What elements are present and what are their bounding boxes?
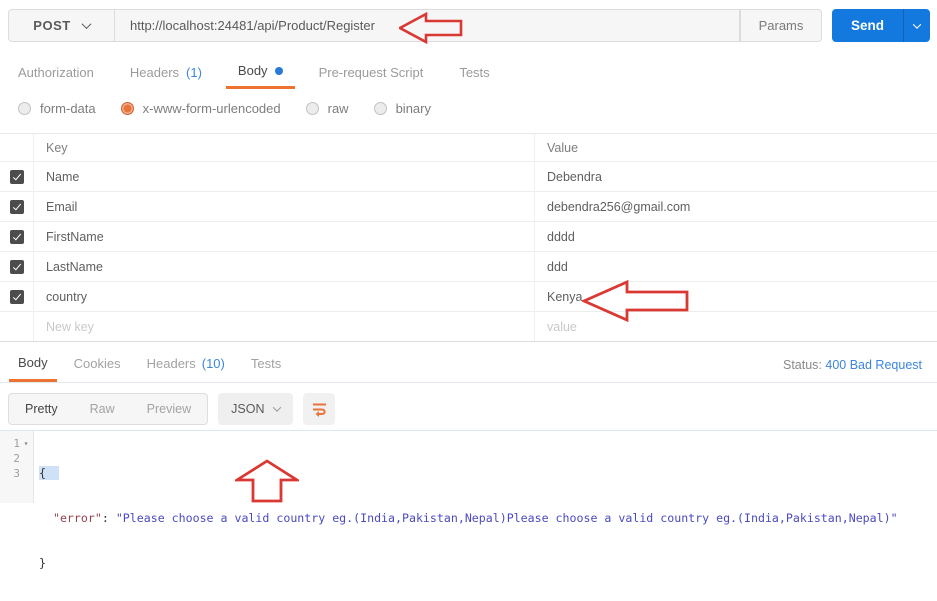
- radio-x-www-form-urlencoded[interactable]: x-www-form-urlencoded: [120, 101, 281, 116]
- response-tab-cookies[interactable]: Cookies: [74, 345, 121, 382]
- chevron-down-icon: [273, 403, 282, 412]
- body-content-dot-icon: [274, 66, 283, 75]
- value-column-header: Value: [547, 140, 579, 155]
- kv-header-row: Key Value: [0, 133, 937, 162]
- tab-headers[interactable]: Headers (1): [130, 55, 202, 89]
- response-body-editor[interactable]: 1 ▾ 2 3 { "error": "Please choose a vali…: [0, 430, 937, 570]
- code-fold-icon[interactable]: ▾: [20, 436, 32, 451]
- body-mode-selector: form-data x-www-form-urlencoded raw bina…: [18, 95, 431, 121]
- value-cell[interactable]: dddd: [535, 222, 937, 251]
- url-text: http://localhost:24481/api/Product/Regis…: [130, 18, 375, 33]
- row-checkbox[interactable]: [9, 289, 24, 304]
- headers-count-badge: (1): [186, 64, 202, 80]
- view-pretty-button[interactable]: Pretty: [9, 394, 74, 424]
- urlencoded-kv-table: Key Value Name Debendra Email debendra25…: [0, 133, 937, 342]
- table-row: country Kenya: [0, 282, 937, 312]
- radio-raw[interactable]: raw: [305, 101, 349, 116]
- chevron-down-icon: [81, 19, 92, 30]
- response-status: Status: 400 Bad Request: [782, 358, 922, 372]
- radio-icon: [373, 101, 387, 115]
- view-raw-button[interactable]: Raw: [74, 394, 131, 424]
- wrap-text-icon: [312, 403, 326, 417]
- check-icon: [12, 261, 21, 270]
- format-dropdown[interactable]: JSON: [218, 393, 294, 425]
- response-tab-tests[interactable]: Tests: [251, 345, 281, 382]
- send-button-group: Send: [832, 9, 930, 42]
- radio-icon: [18, 101, 31, 115]
- radio-form-data[interactable]: form-data: [18, 101, 96, 116]
- table-row: FirstName dddd: [0, 222, 937, 252]
- send-options-button[interactable]: [903, 9, 930, 42]
- request-url-bar: POST http://localhost:24481/api/Product/…: [8, 9, 930, 42]
- tab-body[interactable]: Body: [225, 55, 295, 89]
- new-key-input[interactable]: [46, 319, 510, 334]
- key-cell[interactable]: Email: [34, 192, 535, 221]
- code-line-2: "error": "Please choose a valid country …: [52, 511, 898, 525]
- check-icon: [12, 231, 21, 240]
- code-line-1: {: [39, 466, 937, 481]
- value-cell[interactable]: ddd: [535, 252, 937, 281]
- key-cell[interactable]: Name: [34, 162, 535, 191]
- method-dropdown[interactable]: POST: [8, 9, 115, 42]
- value-cell[interactable]: debendra256@gmail.com: [535, 192, 937, 221]
- view-preview-button[interactable]: Preview: [131, 394, 207, 424]
- line-number: 2: [13, 452, 20, 465]
- chevron-down-icon: [912, 19, 922, 29]
- row-checkbox[interactable]: [9, 199, 24, 214]
- key-cell[interactable]: FirstName: [34, 222, 535, 251]
- radio-selected-icon: [120, 101, 134, 115]
- json-response-body: { "error": "Please choose a valid countr…: [34, 431, 937, 601]
- value-cell[interactable]: Debendra: [535, 162, 937, 191]
- send-button[interactable]: Send: [832, 9, 903, 42]
- status-badge[interactable]: 400 Bad Request: [825, 358, 922, 372]
- params-button[interactable]: Params: [740, 9, 822, 42]
- check-icon: [12, 201, 21, 210]
- response-toolbar: Pretty Raw Preview JSON: [8, 393, 336, 425]
- row-checkbox[interactable]: [9, 169, 24, 184]
- key-cell[interactable]: country: [34, 282, 535, 311]
- response-tab-headers[interactable]: Headers (10): [147, 345, 225, 382]
- method-label: POST: [33, 18, 71, 33]
- response-tab-body[interactable]: Body: [9, 345, 57, 382]
- table-row: Email debendra256@gmail.com: [0, 192, 937, 222]
- response-headers-count-badge: (10): [201, 356, 225, 371]
- line-number: 1: [13, 437, 20, 450]
- line-number: 3: [13, 467, 20, 480]
- new-value-input[interactable]: [547, 319, 918, 334]
- request-tabs: Authorization Headers (1) Body Pre-reque…: [0, 55, 937, 89]
- postman-app: { "request_bar": { "method": "POST", "ur…: [0, 0, 937, 570]
- tab-pre-request-script[interactable]: Pre-request Script: [319, 55, 424, 89]
- key-cell[interactable]: LastName: [34, 252, 535, 281]
- key-column-header: Key: [34, 134, 535, 161]
- tab-tests[interactable]: Tests: [459, 55, 489, 89]
- json-string-value: "Please choose a valid country eg.(India…: [115, 511, 898, 525]
- check-icon: [12, 171, 21, 180]
- wrap-text-button[interactable]: [303, 393, 336, 425]
- tab-authorization[interactable]: Authorization: [18, 55, 94, 89]
- value-cell[interactable]: Kenya: [535, 282, 937, 311]
- view-mode-group: Pretty Raw Preview: [8, 393, 209, 425]
- table-row: LastName ddd: [0, 252, 937, 282]
- code-line-3: }: [39, 556, 46, 570]
- json-key: "error": [52, 511, 102, 525]
- row-checkbox[interactable]: [9, 259, 24, 274]
- line-number-gutter: 1 ▾ 2 3: [0, 431, 34, 503]
- table-row: Name Debendra: [0, 162, 937, 192]
- radio-binary[interactable]: binary: [373, 101, 431, 116]
- new-row: [0, 312, 937, 342]
- row-checkbox[interactable]: [9, 229, 24, 244]
- radio-icon: [305, 101, 319, 115]
- url-input[interactable]: http://localhost:24481/api/Product/Regis…: [115, 9, 740, 42]
- check-icon: [12, 291, 21, 300]
